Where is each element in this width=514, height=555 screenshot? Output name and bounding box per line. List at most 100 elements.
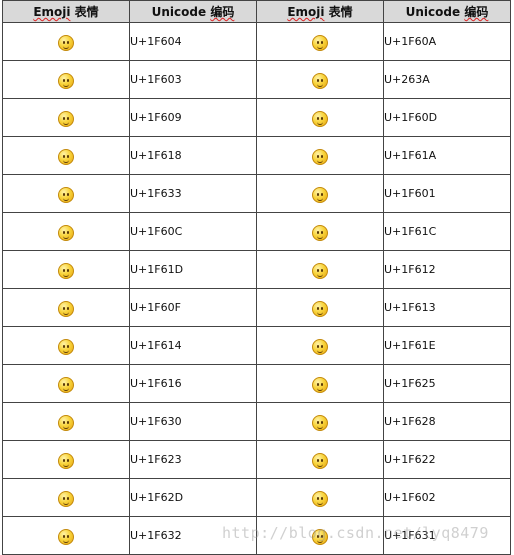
right-unicode-cell: U+1F60D [383,98,511,137]
right-emoji-cell [256,440,384,479]
right-emoji-cell [256,174,384,213]
left-unicode-cell: U+1F62D [129,478,257,517]
left-unicode-cell: U+1F60F [129,288,257,327]
emoji-unicode-table: Emoji 表情 Unicode 编码 Emoji 表情 Unicode 编码 … [2,0,511,555]
face-screaming-in-fear-icon [312,528,328,545]
right-emoji-cell [256,60,384,99]
header-emoji-left: Emoji 表情 [2,0,130,23]
right-emoji-cell [256,250,384,289]
header-emoji-right: Emoji 表情 [256,0,384,23]
left-unicode-cell: U+1F614 [129,326,257,365]
heart-eyes-face-icon [312,110,328,127]
downcast-face-sweat-icon [312,300,328,317]
flushed-face-icon [58,186,74,203]
table-row: U+1F632 U+1F631 [2,516,511,555]
loudly-crying-face-icon [58,490,74,507]
right-emoji-cell [256,364,384,403]
right-unicode-cell: U+1F625 [383,364,511,403]
face-with-tears-of-joy-icon [312,490,328,507]
left-unicode-cell: U+1F618 [129,136,257,175]
astonished-face-icon [58,528,74,545]
table-row: U+1F62D U+1F602 [2,478,511,517]
left-emoji-cell [2,288,130,327]
left-emoji-cell [2,326,130,365]
winking-face-icon [58,110,74,127]
sad-relieved-face-icon [312,376,328,393]
left-unicode-cell: U+1F633 [129,174,257,213]
left-emoji-cell [2,174,130,213]
right-emoji-cell [256,22,384,61]
right-unicode-cell: U+1F61C [383,212,511,251]
header-unicode-left: Unicode 编码 [129,0,257,23]
right-emoji-cell [256,98,384,137]
right-unicode-cell: U+1F628 [383,402,511,441]
crying-face-icon [312,452,328,469]
table-header-row: Emoji 表情 Unicode 编码 Emoji 表情 Unicode 编码 [2,0,511,23]
header-unicode-right: Unicode 编码 [383,0,511,23]
winking-face-tongue-icon [312,224,328,241]
left-unicode-cell: U+1F630 [129,402,257,441]
smirking-face-icon [58,300,74,317]
left-emoji-cell [2,22,130,61]
pensive-face-icon [58,338,74,355]
left-emoji-cell [2,440,130,479]
table-row: U+1F60F U+1F613 [2,288,511,327]
grinning-face-squinting-icon [312,186,328,203]
kissing-face-closed-eyes-icon [312,148,328,165]
table-row: U+1F604 U+1F60A [2,22,511,61]
right-emoji-cell [256,136,384,175]
smiling-face-icon [312,72,328,89]
left-emoji-cell [2,516,130,555]
left-unicode-cell: U+1F632 [129,516,257,555]
table-row: U+1F633 U+1F601 [2,174,511,213]
persevering-face-icon [58,452,74,469]
right-emoji-cell [256,478,384,517]
table-row: U+1F614 U+1F61E [2,326,511,365]
unamused-face-icon [312,262,328,279]
fearful-face-icon [312,414,328,431]
confounded-face-icon [58,376,74,393]
right-unicode-cell: U+1F601 [383,174,511,213]
left-emoji-cell [2,212,130,251]
anxious-face-sweat-icon [58,414,74,431]
left-unicode-cell: U+1F616 [129,364,257,403]
table-row: U+1F618 U+1F61A [2,136,511,175]
face-blowing-kiss-icon [58,148,74,165]
squinting-face-tongue-icon [58,262,74,279]
left-emoji-cell [2,364,130,403]
right-unicode-cell: U+1F602 [383,478,511,517]
grinning-face-big-eyes-icon [58,72,74,89]
table-row: U+1F630 U+1F628 [2,402,511,441]
right-emoji-cell [256,212,384,251]
right-unicode-cell: U+1F631 [383,516,511,555]
left-unicode-cell: U+1F61D [129,250,257,289]
left-unicode-cell: U+1F60C [129,212,257,251]
right-unicode-cell: U+1F60A [383,22,511,61]
right-unicode-cell: U+1F61A [383,136,511,175]
right-unicode-cell: U+1F61E [383,326,511,365]
left-unicode-cell: U+1F623 [129,440,257,479]
right-emoji-cell [256,402,384,441]
table-row: U+1F623 U+1F622 [2,440,511,479]
left-unicode-cell: U+1F604 [129,22,257,61]
left-emoji-cell [2,250,130,289]
right-emoji-cell [256,516,384,555]
relieved-face-icon [58,224,74,241]
left-unicode-cell: U+1F609 [129,98,257,137]
right-emoji-cell [256,326,384,365]
left-emoji-cell [2,478,130,517]
left-unicode-cell: U+1F603 [129,60,257,99]
disappointed-face-icon [312,338,328,355]
right-unicode-cell: U+1F622 [383,440,511,479]
right-unicode-cell: U+1F612 [383,250,511,289]
left-emoji-cell [2,402,130,441]
table-row: U+1F61D U+1F612 [2,250,511,289]
table-row: U+1F616 U+1F625 [2,364,511,403]
table-row: U+1F609 U+1F60D [2,98,511,137]
right-unicode-cell: U+263A [383,60,511,99]
right-unicode-cell: U+1F613 [383,288,511,327]
table-row: U+1F60C U+1F61C [2,212,511,251]
left-emoji-cell [2,136,130,175]
table-row: U+1F603 U+263A [2,60,511,99]
right-emoji-cell [256,288,384,327]
